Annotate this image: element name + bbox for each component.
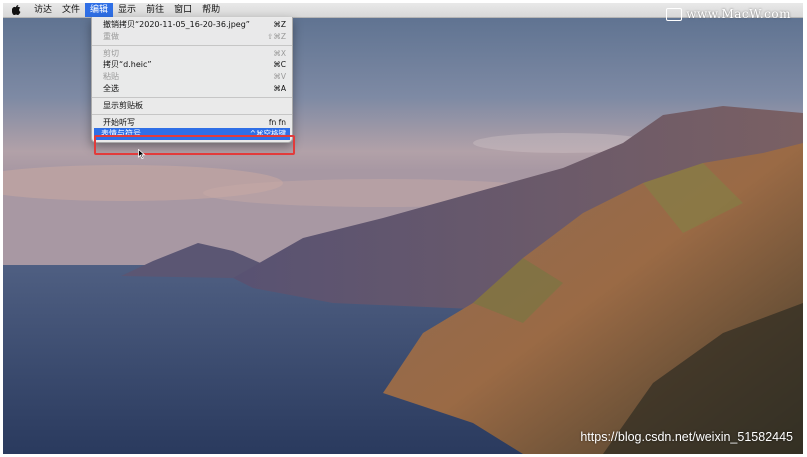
menu-item-shortcut: ⌘X	[273, 48, 286, 58]
macw-logo-icon	[666, 7, 683, 21]
menu-edit[interactable]: 编辑	[85, 3, 114, 17]
menu-item-label: 重做	[103, 31, 119, 41]
menu-item-shortcut: ⌘Z	[273, 20, 286, 29]
menu-item-show-clipboard[interactable]: 显示剪贴板	[92, 100, 292, 112]
menu-item-undo[interactable]: 撤销拷贝“2020-11-05_16-20-36.jpeg” ⌘Z	[92, 19, 292, 31]
menu-item-copy[interactable]: 拷贝“d.heic” ⌘C	[92, 59, 292, 71]
menu-separator	[92, 96, 292, 98]
menu-item-start-dictation[interactable]: 开始听写 fn fn	[92, 117, 292, 129]
macw-watermark-text: www.MacW.com	[686, 7, 791, 21]
mouse-cursor-icon	[138, 149, 146, 159]
menu-item-shortcut: ⌘C	[273, 60, 286, 70]
menu-view[interactable]: 显示	[113, 3, 141, 17]
macw-watermark: www.MacW.com	[666, 7, 791, 21]
menu-finder[interactable]: 访达	[29, 3, 57, 17]
menu-separator	[92, 44, 292, 46]
menu-item-redo[interactable]: 重做 ⇧⌘Z	[92, 31, 292, 43]
menu-item-paste[interactable]: 粘贴 ⌘V	[92, 71, 292, 83]
menu-item-shortcut: ⇧⌘Z	[267, 31, 286, 41]
menu-item-shortcut: fn fn	[268, 117, 286, 127]
menu-go[interactable]: 前往	[141, 3, 169, 17]
menu-separator	[92, 113, 292, 115]
menu-item-label: 撤销拷贝“2020-11-05_16-20-36.jpeg”	[103, 20, 250, 29]
menu-item-label: 显示剪贴板	[103, 100, 143, 110]
desktop-screen: 访达 文件 编辑 显示 前往 窗口 帮助 撤销拷贝“2020-11-05_16-…	[3, 3, 803, 454]
menu-item-shortcut: ⌘V	[273, 72, 286, 82]
menu-help[interactable]: 帮助	[197, 3, 225, 17]
menu-item-label: 全选	[103, 83, 119, 93]
menu-item-select-all[interactable]: 全选 ⌘A	[92, 83, 292, 95]
menu-window[interactable]: 窗口	[169, 3, 197, 17]
edit-dropdown-menu: 撤销拷贝“2020-11-05_16-20-36.jpeg” ⌘Z 重做 ⇧⌘Z…	[91, 17, 293, 144]
menu-item-label: 开始听写	[103, 117, 135, 127]
menu-item-label: 剪切	[103, 48, 119, 58]
menu-item-shortcut: ⌘A	[273, 83, 286, 93]
menu-item-cut[interactable]: 剪切 ⌘X	[92, 48, 292, 60]
annotation-highlight-box	[94, 135, 295, 155]
menu-item-label: 拷贝“d.heic”	[103, 60, 152, 70]
csdn-watermark: https://blog.csdn.net/weixin_51582445	[580, 430, 793, 444]
menu-file[interactable]: 文件	[57, 3, 85, 17]
apple-icon[interactable]	[9, 3, 23, 17]
menu-item-label: 粘贴	[103, 72, 119, 82]
